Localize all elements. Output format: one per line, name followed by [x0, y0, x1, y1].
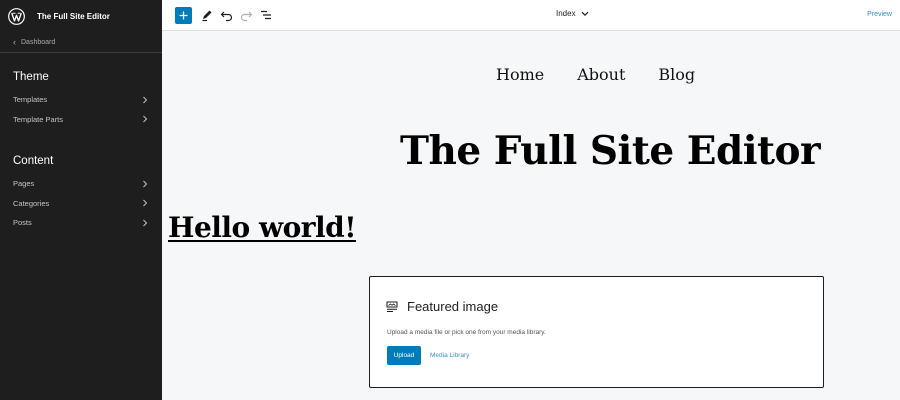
sidebar-item-label: Templates [13, 95, 48, 105]
featured-image-placeholder: Featured image Upload a media file or pi… [369, 276, 824, 388]
sidebar: The Full Site Editor ‹ Dashboard Theme T… [0, 0, 162, 400]
post-title-link[interactable]: Hello world! [168, 211, 357, 244]
featured-image-icon [386, 301, 398, 312]
sidebar-item-template-parts[interactable]: Template Parts [0, 110, 162, 130]
sidebar-item-pages[interactable]: Pages [0, 174, 162, 194]
site-navigation: Home About Blog [496, 65, 695, 84]
content-section-list: Pages Categories Posts [0, 174, 162, 233]
sidebar-item-label: Posts [13, 218, 32, 228]
site-title[interactable]: The Full Site Editor [400, 128, 821, 174]
sidebar-item-label: Pages [13, 179, 35, 189]
chevron-right-icon [143, 96, 148, 104]
sidebar-item-label: Template Parts [13, 114, 64, 124]
sidebar-item-categories[interactable]: Categories [0, 194, 162, 214]
nav-link-home[interactable]: Home [496, 65, 544, 84]
content-section-title: Content [13, 155, 54, 167]
preview-button[interactable]: Preview [867, 11, 892, 18]
chevron-down-icon [581, 11, 589, 16]
sidebar-item-label: Categories [13, 198, 50, 208]
dashboard-back-link[interactable]: ‹ Dashboard [0, 32, 162, 53]
document-title-dropdown[interactable]: Index [556, 9, 589, 18]
theme-section-title: Theme [13, 71, 49, 83]
chevron-right-icon [143, 180, 148, 188]
featured-image-instructions: Upload a media file or pick one from you… [387, 329, 546, 336]
list-view-icon[interactable] [259, 8, 273, 22]
nav-link-about[interactable]: About [577, 65, 625, 84]
upload-button[interactable]: Upload [387, 346, 421, 365]
theme-section-list: Templates Template Parts [0, 90, 162, 129]
sidebar-item-templates[interactable]: Templates [0, 90, 162, 110]
undo-icon[interactable] [220, 8, 234, 22]
plus-icon [179, 11, 188, 20]
media-library-button[interactable]: Media Library [430, 352, 469, 359]
nav-link-blog[interactable]: Blog [658, 65, 695, 84]
sidebar-item-posts[interactable]: Posts [0, 213, 162, 233]
featured-image-title: Featured image [407, 299, 499, 314]
chevron-left-icon: ‹ [13, 36, 16, 47]
sidebar-site-title: The Full Site Editor [37, 11, 110, 21]
featured-image-actions: Upload Media Library [387, 346, 469, 365]
add-block-button[interactable] [175, 7, 192, 24]
chevron-right-icon [143, 115, 148, 123]
sidebar-header: The Full Site Editor [0, 0, 162, 32]
dashboard-back-label: Dashboard [21, 38, 56, 46]
featured-image-header: Featured image [386, 299, 498, 314]
pencil-icon[interactable] [200, 8, 214, 22]
wordpress-logo-icon[interactable] [8, 7, 25, 25]
chevron-right-icon [143, 219, 148, 227]
document-title: Index [556, 9, 576, 18]
redo-icon[interactable] [239, 8, 253, 22]
editor-toolbar: Index Preview [162, 0, 900, 31]
editor-canvas: Home About Blog The Full Site Editor Hel… [162, 31, 900, 400]
chevron-right-icon [143, 199, 148, 207]
